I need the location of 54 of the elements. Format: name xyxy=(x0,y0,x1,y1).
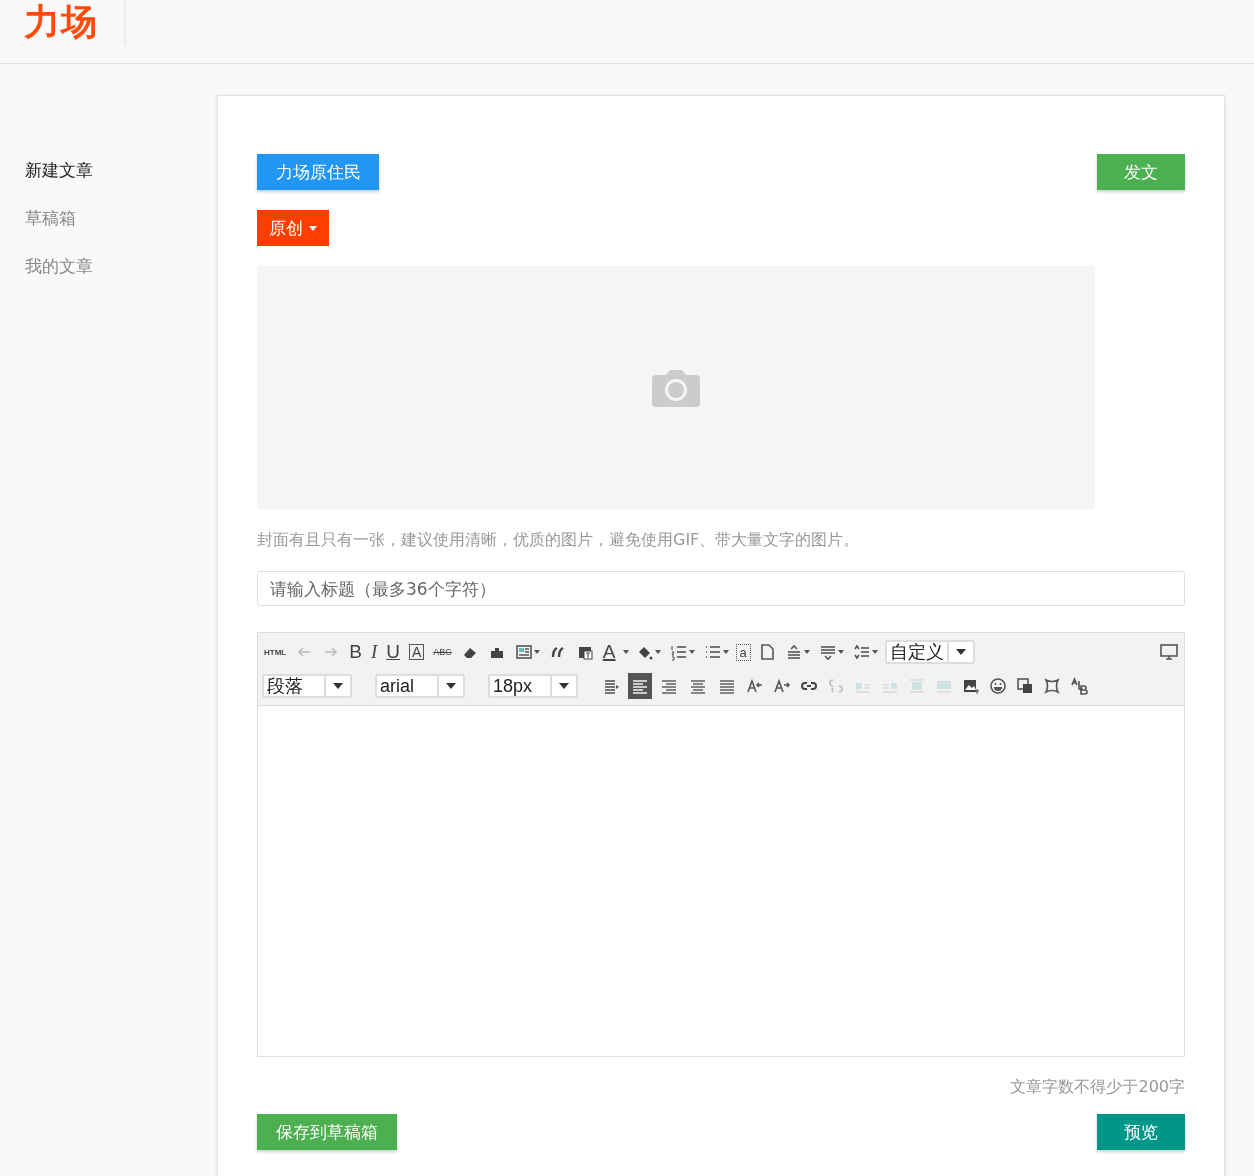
toolbar-button[interactable]: B xyxy=(347,641,364,663)
preview-button[interactable]: 预览 xyxy=(1097,1114,1185,1150)
caret-icon xyxy=(803,650,810,654)
sidebar-item[interactable]: 我的文章 xyxy=(0,242,118,290)
toolbar-button[interactable]: I xyxy=(368,641,380,663)
caret-icon xyxy=(622,650,629,654)
caret-icon xyxy=(654,650,661,654)
select-field[interactable]: 自定义 xyxy=(884,640,975,664)
type-dropdown[interactable]: 原创 xyxy=(257,210,329,246)
emoji-icon[interactable] xyxy=(989,677,1007,695)
font-size-up-icon[interactable] xyxy=(746,677,764,695)
caret-icon xyxy=(309,225,317,231)
indent-icon[interactable] xyxy=(603,677,621,695)
numbered-list-icon[interactable] xyxy=(669,643,688,661)
word-count-note: 文章字数不得少于200字 xyxy=(1009,1077,1185,1098)
caret-icon xyxy=(533,650,540,654)
toolbar-button[interactable]: A xyxy=(408,644,425,660)
title-field[interactable]: 请输入标题（最多36个字符） xyxy=(257,571,1185,606)
align-icon xyxy=(718,677,736,695)
frame-icon[interactable] xyxy=(1043,677,1061,695)
toolbar-button[interactable]: a xyxy=(735,643,751,661)
sidebar-item[interactable]: 草稿箱 xyxy=(0,194,101,242)
fullscreen-icon[interactable] xyxy=(1160,643,1178,661)
paragraph-spacing-icon[interactable] xyxy=(818,643,837,661)
image-layout-icon[interactable] xyxy=(514,643,533,661)
cover-hint: 封面有且只有一张，建议使用清晰，优质的图片，避免使用GIF、带大量文字的图片。 xyxy=(257,529,861,551)
toolbar-button[interactable]: U xyxy=(384,641,402,663)
align-icon xyxy=(660,677,678,695)
caret-icon xyxy=(722,650,729,654)
align-button[interactable] xyxy=(628,673,652,699)
line-height-icon[interactable] xyxy=(852,643,871,661)
caret-icon xyxy=(688,650,695,654)
select-field[interactable]: 段落 xyxy=(262,674,352,698)
toolbar-button[interactable]: A xyxy=(600,641,618,663)
select-field[interactable]: 18px xyxy=(488,674,578,698)
text-direction-icon[interactable] xyxy=(1070,677,1088,695)
toolbar-button[interactable]: HTML xyxy=(262,641,289,663)
select-field[interactable]: arial xyxy=(375,674,465,698)
align-icon xyxy=(689,677,707,695)
image-icon[interactable] xyxy=(962,677,980,695)
camera-icon xyxy=(652,368,700,407)
rich-text-editor[interactable]: HTML B I U A ABC A a 自定义 段落 arial 18px xyxy=(257,632,1185,1057)
caret-icon xyxy=(955,649,966,655)
sidebar-item[interactable]: 新建文章 xyxy=(0,146,118,194)
font-size-down-icon[interactable] xyxy=(773,677,791,695)
caret-icon xyxy=(871,650,878,654)
caret-icon xyxy=(446,683,456,689)
insert-frame-icon[interactable] xyxy=(1016,677,1034,695)
caret-icon xyxy=(333,683,343,689)
caret-icon xyxy=(559,683,569,689)
align-icon xyxy=(631,677,649,695)
caret-icon xyxy=(837,650,844,654)
bullet-list-icon[interactable] xyxy=(703,643,722,661)
toolbar-button[interactable]: ABC xyxy=(431,641,454,663)
